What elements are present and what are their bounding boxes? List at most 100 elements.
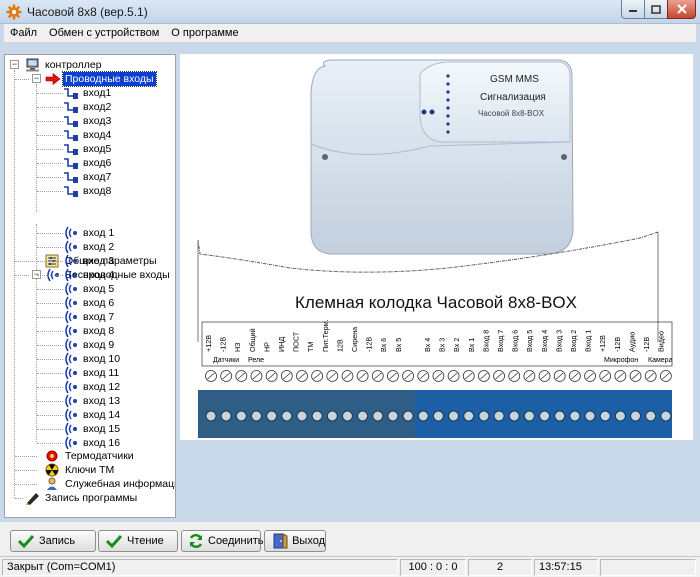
check-icon xyxy=(18,534,34,548)
group-sensors-label: Датчики xyxy=(213,357,239,364)
exit-button[interactable]: Выход xyxy=(264,530,326,552)
block-screw-5 xyxy=(266,410,278,422)
menu-about[interactable]: О программе xyxy=(165,24,244,43)
block-screw-2 xyxy=(220,410,232,422)
block-screw-6 xyxy=(281,410,293,422)
menu-file[interactable]: Файл xyxy=(4,24,43,43)
wireless-signal-icon xyxy=(65,296,77,310)
read-button[interactable]: Чтение xyxy=(98,530,178,552)
wire-input-icon xyxy=(64,116,78,127)
terminal-label-1: +12В xyxy=(204,335,213,352)
wire-input-icon xyxy=(64,130,78,141)
terminal-label-19: Вх 1 xyxy=(467,338,476,352)
terminal-label-23: Вход 5 xyxy=(525,330,534,352)
wireless-signal-icon xyxy=(65,422,77,436)
block-screw-28 xyxy=(614,410,626,422)
connect-button[interactable]: Соединить xyxy=(181,530,264,552)
wireless-signal-icon xyxy=(65,338,77,352)
block-screw-30 xyxy=(645,410,657,422)
block-screw-1 xyxy=(205,410,217,422)
group-mic-label: Микрофон xyxy=(604,357,638,364)
block-screw-23 xyxy=(539,410,551,422)
wire-input-icon xyxy=(64,158,78,169)
menu-device-exchange[interactable]: Обмен с устройством xyxy=(43,24,165,43)
block-screw-9 xyxy=(326,410,338,422)
status-empty xyxy=(600,559,696,576)
wired-expander[interactable]: − xyxy=(32,74,41,83)
terminal-label-24: Вход 4 xyxy=(540,330,549,352)
pen-write-icon xyxy=(26,493,39,505)
computer-icon xyxy=(26,58,39,72)
title-bar: Часовой 8x8 (вер.5.1) xyxy=(0,0,700,24)
block-screw-14 xyxy=(402,410,414,422)
terminal-label-32: Видео xyxy=(657,331,666,352)
status-connection: Закрыт (Com=COM1) xyxy=(2,559,398,576)
block-screw-24 xyxy=(554,410,566,422)
block-screw-7 xyxy=(296,410,308,422)
terminal-label-21: Вход 7 xyxy=(496,330,505,352)
device-title-3: Часовой 8x8-BOX xyxy=(478,109,545,118)
wireless-signal-icon xyxy=(65,394,77,408)
close-icon xyxy=(676,4,687,14)
terminal-label-9: Пит.Терм. xyxy=(321,319,330,352)
wireless-signal-icon xyxy=(65,226,77,240)
block-screw-18 xyxy=(463,410,475,422)
user-info-icon xyxy=(47,477,57,490)
wire-input-icon xyxy=(64,144,78,155)
group-camera-label: Камера xyxy=(648,357,673,364)
terminal-label-2: -12В xyxy=(219,337,228,352)
button-bar: Запись Чтение Соединить Выход xyxy=(0,522,700,556)
block-screw-22 xyxy=(523,410,535,422)
block-screw-3 xyxy=(235,410,247,422)
status-value: 2 xyxy=(468,559,532,576)
write-button[interactable]: Запись xyxy=(10,530,96,552)
wireless-signal-icon xyxy=(65,282,77,296)
status-counter: 100 : 0 : 0 xyxy=(400,559,466,576)
minimize-button[interactable] xyxy=(621,0,645,19)
menu-bar: Файл Обмен с устройством О программе xyxy=(4,24,696,43)
block-screw-11 xyxy=(357,410,369,422)
status-time: 13:57:15 xyxy=(534,559,598,576)
terminal-label-27: Вход 1 xyxy=(584,330,593,352)
terminal-label-22: Вход 6 xyxy=(511,330,520,352)
settings-tree[interactable]: − контроллер − Проводные входы Общие пар… xyxy=(4,54,176,518)
terminal-label-17: Вх 3 xyxy=(438,338,447,352)
wireless-signal-icon xyxy=(65,380,77,394)
wire-input-icon xyxy=(64,186,78,197)
block-screw-19 xyxy=(478,410,490,422)
terminal-label-29: -12В xyxy=(613,337,622,352)
terminal-label-26: Вход 2 xyxy=(569,330,578,352)
terminal-label-11: Сирена xyxy=(350,327,359,352)
terminal-caption: Клемная колодка Часовой 8x8-BOX xyxy=(295,293,577,312)
terminal-label-30: Аудио xyxy=(627,332,636,352)
block-screw-16 xyxy=(432,410,444,422)
block-screw-8 xyxy=(311,410,323,422)
wireless-signal-icon xyxy=(65,324,77,338)
status-bar: Закрыт (Com=COM1) 100 : 0 : 0 2 13:57:15 xyxy=(0,556,700,577)
device-image-panel: GSM MMS Сигнализация Часовой 8x8-BOX Кле… xyxy=(180,54,693,440)
wire-input-icon xyxy=(64,88,78,99)
terminal-label-12: -12В xyxy=(365,337,374,352)
red-arrow-icon xyxy=(45,72,61,86)
sun-gear-icon xyxy=(46,450,58,462)
maximize-button[interactable] xyxy=(644,0,668,19)
block-screw-31 xyxy=(660,410,672,422)
terminal-label-6: ИНД xyxy=(277,337,286,352)
device-terminal-picture: GSM MMS Сигнализация Часовой 8x8-BOX Кле… xyxy=(197,59,673,438)
root-expander[interactable]: − xyxy=(10,60,19,69)
wireless-signal-icon xyxy=(65,436,77,450)
block-screw-17 xyxy=(448,410,460,422)
terminal-label-14: Вх 5 xyxy=(394,338,403,352)
block-screw-26 xyxy=(584,410,596,422)
wireless-signal-icon xyxy=(65,408,77,422)
refresh-icon xyxy=(189,534,203,548)
block-screw-15 xyxy=(417,410,429,422)
wireless-signal-icon xyxy=(65,240,77,254)
terminal-label-31: -12В xyxy=(642,337,651,352)
block-screw-12 xyxy=(372,410,384,422)
close-button[interactable] xyxy=(667,0,696,19)
exit-door-icon xyxy=(273,533,288,549)
wire-input-icon xyxy=(64,172,78,183)
terminal-label-20: Вход 8 xyxy=(481,330,490,352)
terminal-label-18: Вх 2 xyxy=(452,338,461,352)
